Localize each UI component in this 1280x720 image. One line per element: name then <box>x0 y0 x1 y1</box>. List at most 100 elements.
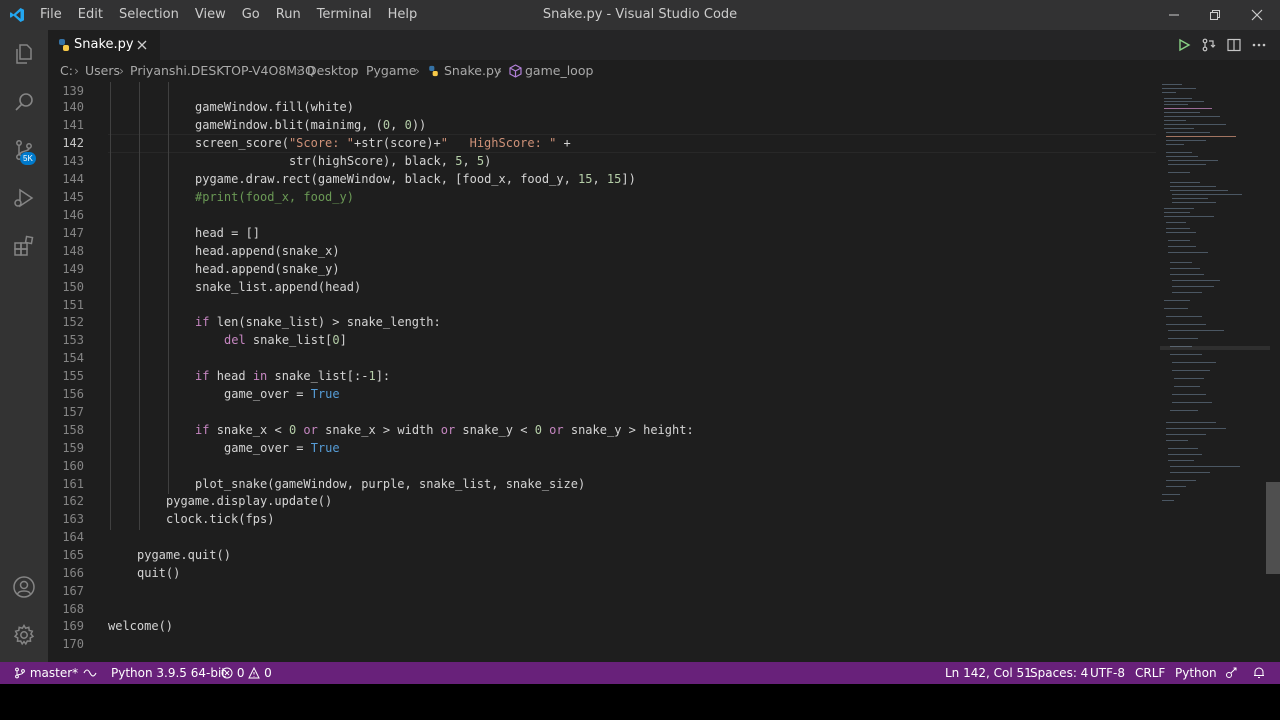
minimize-button[interactable] <box>1151 0 1197 30</box>
line-number: 160 <box>62 459 84 473</box>
vertical-scrollbar[interactable] <box>1266 482 1280 574</box>
explorer-button[interactable] <box>0 30 48 78</box>
warning-icon <box>248 666 261 679</box>
line-number: 149 <box>62 262 84 276</box>
open-changes-button[interactable] <box>1201 37 1217 57</box>
menu-edit[interactable]: Edit <box>70 0 111 30</box>
line-number: 161 <box>62 477 84 491</box>
search-button[interactable] <box>0 78 48 126</box>
close-window-button[interactable] <box>1234 0 1280 30</box>
code-line: 167 <box>48 582 1148 600</box>
run-python-file-button[interactable] <box>1176 37 1192 57</box>
breadcrumb-users[interactable]: Users <box>85 60 120 82</box>
line-number: 159 <box>62 441 84 455</box>
breadcrumb: C: › Users › Priyanshi.DESKTOP-V4O8M3Q ›… <box>48 60 1280 82</box>
indentation[interactable]: Spaces: 4 <box>1030 662 1088 684</box>
error-count: 0 <box>236 666 245 680</box>
minimap[interactable] <box>1160 82 1270 662</box>
line-number: 152 <box>62 315 84 329</box>
breadcrumb-pygame[interactable]: Pygame <box>366 60 416 82</box>
line-number: 158 <box>62 423 84 437</box>
git-branch-indicator[interactable]: master* <box>14 662 78 684</box>
code-line: 158 if snake_x < 0 or snake_x > width or… <box>48 421 1148 439</box>
close-icon <box>1251 9 1263 21</box>
more-actions-button[interactable] <box>1251 37 1267 57</box>
run-debug-icon <box>14 188 34 208</box>
code-line: 159 game_over = True <box>48 439 1148 457</box>
python-file-icon <box>59 39 69 51</box>
method-symbol-icon <box>509 64 522 78</box>
close-icon[interactable] <box>136 39 148 51</box>
code-text: clock.tick(fps) <box>166 512 275 526</box>
notifications-bell-icon <box>1254 667 1264 678</box>
code-text: pygame.draw.rect(gameWindow, black, [foo… <box>195 172 636 186</box>
menu-go[interactable]: Go <box>234 0 268 30</box>
end-of-line[interactable]: CRLF <box>1135 662 1165 684</box>
tab-snake-py[interactable]: Snake.py <box>48 30 160 60</box>
restore-button[interactable] <box>1192 0 1238 30</box>
menu-run[interactable]: Run <box>268 0 309 30</box>
line-number: 147 <box>62 226 84 240</box>
python-interpreter[interactable]: Python 3.9.5 64-bit <box>111 662 226 684</box>
code-line: 165 pygame.quit() <box>48 546 1148 564</box>
breadcrumb-separator-icon: › <box>497 63 502 78</box>
code-editor[interactable]: 139 140 gameWindow.fill(white) 141 gameW… <box>48 82 1280 662</box>
source-control-button[interactable]: 5K <box>0 126 48 174</box>
breadcrumb-desktop[interactable]: Desktop <box>307 60 359 82</box>
line-number: 166 <box>62 566 84 580</box>
code-line: 154 <box>48 349 1148 367</box>
code-line: 157 <box>48 403 1148 421</box>
tab-label: Snake.py <box>74 37 134 52</box>
code-text: plot_snake(gameWindow, purple, snake_lis… <box>195 477 586 491</box>
minimize-icon <box>1169 14 1179 16</box>
breadcrumb-separator-icon: › <box>296 63 301 78</box>
code-line: 140 gameWindow.fill(white) <box>48 98 1148 116</box>
feedback-button[interactable] <box>1225 662 1238 684</box>
code-text: snake_list.append(head) <box>195 280 362 294</box>
code-line: 143 str(highScore), black, 5, 5) <box>48 152 1148 170</box>
cursor-position[interactable]: Ln 142, Col 51 <box>945 662 1032 684</box>
breadcrumb-user-folder[interactable]: Priyanshi.DESKTOP-V4O8M3Q <box>130 60 315 82</box>
breadcrumb-file[interactable]: Snake.py <box>444 60 501 82</box>
language-mode[interactable]: Python <box>1175 662 1217 684</box>
line-number: 165 <box>62 548 84 562</box>
extensions-button[interactable] <box>0 222 48 270</box>
menu-terminal[interactable]: Terminal <box>309 0 380 30</box>
code-line: 150 snake_list.append(head) <box>48 278 1148 296</box>
code-line: 151 <box>48 296 1148 314</box>
code-text: if snake_x < 0 or snake_x > width or sna… <box>195 423 694 437</box>
code-line: 170 <box>48 635 1148 653</box>
breadcrumb-separator-icon: › <box>354 63 359 78</box>
manage-button[interactable] <box>0 611 48 659</box>
menu-bar: File Edit Selection View Go Run Terminal… <box>32 0 425 30</box>
code-line: 155 if head in snake_list[:-1]: <box>48 367 1148 385</box>
error-icon <box>221 667 233 679</box>
live-share-button[interactable] <box>83 662 97 684</box>
code-line: 163 clock.tick(fps) <box>48 510 1148 528</box>
split-editor-button[interactable] <box>1226 37 1242 57</box>
menu-selection[interactable]: Selection <box>111 0 187 30</box>
code-line: 145 #print(food_x, food_y) <box>48 188 1148 206</box>
menu-file[interactable]: File <box>32 0 70 30</box>
code-text: screen_score("Score: "+str(score)+" High… <box>195 136 571 150</box>
menu-view[interactable]: View <box>187 0 234 30</box>
run-debug-button[interactable] <box>0 174 48 222</box>
notifications-button[interactable] <box>1253 662 1265 684</box>
line-number: 164 <box>62 530 84 544</box>
breadcrumb-symbol[interactable]: game_loop <box>525 60 593 82</box>
problems-indicator[interactable]: 0 0 <box>221 662 272 684</box>
breadcrumb-drive[interactable]: C: <box>60 60 73 82</box>
code-text: game_over = True <box>224 441 340 455</box>
accounts-button[interactable] <box>0 563 48 611</box>
code-text: gameWindow.fill(white) <box>195 100 354 114</box>
breadcrumb-separator-icon: › <box>74 63 79 78</box>
line-number: 167 <box>62 584 84 598</box>
breadcrumb-separator-icon: › <box>119 63 124 78</box>
breadcrumb-separator-icon: › <box>415 63 420 78</box>
line-number: 153 <box>62 333 84 347</box>
encoding[interactable]: UTF-8 <box>1090 662 1125 684</box>
python-file-icon <box>429 65 438 77</box>
line-number: 144 <box>62 172 84 186</box>
menu-help[interactable]: Help <box>380 0 426 30</box>
line-number: 143 <box>62 154 84 168</box>
